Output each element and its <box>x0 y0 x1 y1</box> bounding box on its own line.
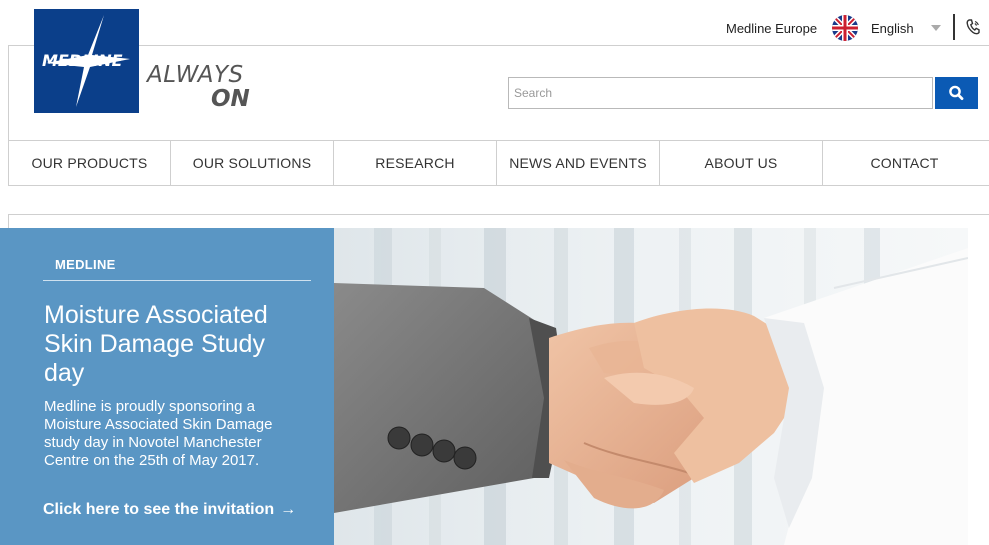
nav-item-our-products[interactable]: OUR PRODUCTS <box>8 141 171 185</box>
hero-title: Moisture Associated Skin Damage Study da… <box>44 301 268 387</box>
nav-divider <box>8 185 989 186</box>
nav-item-research[interactable]: RESEARCH <box>334 141 497 185</box>
phone-icon[interactable] <box>966 19 980 40</box>
tagline-line-1: ALWAYS <box>147 62 244 88</box>
search-icon <box>949 85 964 101</box>
hero-kicker: MEDLINE <box>55 257 116 272</box>
hero-image-handshake[interactable] <box>334 228 968 545</box>
brand-tagline: ALWAYS ON <box>147 63 250 111</box>
nav-item-news-and-events[interactable]: NEWS AND EVENTS <box>497 141 660 185</box>
nav-item-our-solutions[interactable]: OUR SOLUTIONS <box>171 141 334 185</box>
nav-item-contact[interactable]: CONTACT <box>823 141 986 185</box>
medline-logo[interactable]: MEDLINE <box>34 9 139 113</box>
uk-flag-icon <box>832 15 858 41</box>
region-link[interactable]: Medline Europe <box>726 21 817 36</box>
chevron-down-icon[interactable] <box>931 25 941 31</box>
search-button[interactable] <box>935 77 978 109</box>
divider <box>953 14 955 40</box>
logo-text: MEDLINE <box>42 51 123 70</box>
hero-divider <box>43 280 311 281</box>
main-nav: OUR PRODUCTS OUR SOLUTIONS RESEARCH NEWS… <box>8 141 986 185</box>
hero-body: Medline is proudly sponsoring a Moisture… <box>44 398 273 469</box>
invitation-link[interactable]: Click here to see the invitation → <box>43 501 296 519</box>
hero-panel: MEDLINE Moisture Associated Skin Damage … <box>0 228 334 545</box>
arrow-right-icon: → <box>280 501 297 518</box>
search-input[interactable] <box>508 77 933 109</box>
invitation-link-label: Click here to see the invitation <box>43 501 275 518</box>
tagline-line-2: ON <box>211 86 250 112</box>
nav-item-about-us[interactable]: ABOUT US <box>660 141 823 185</box>
